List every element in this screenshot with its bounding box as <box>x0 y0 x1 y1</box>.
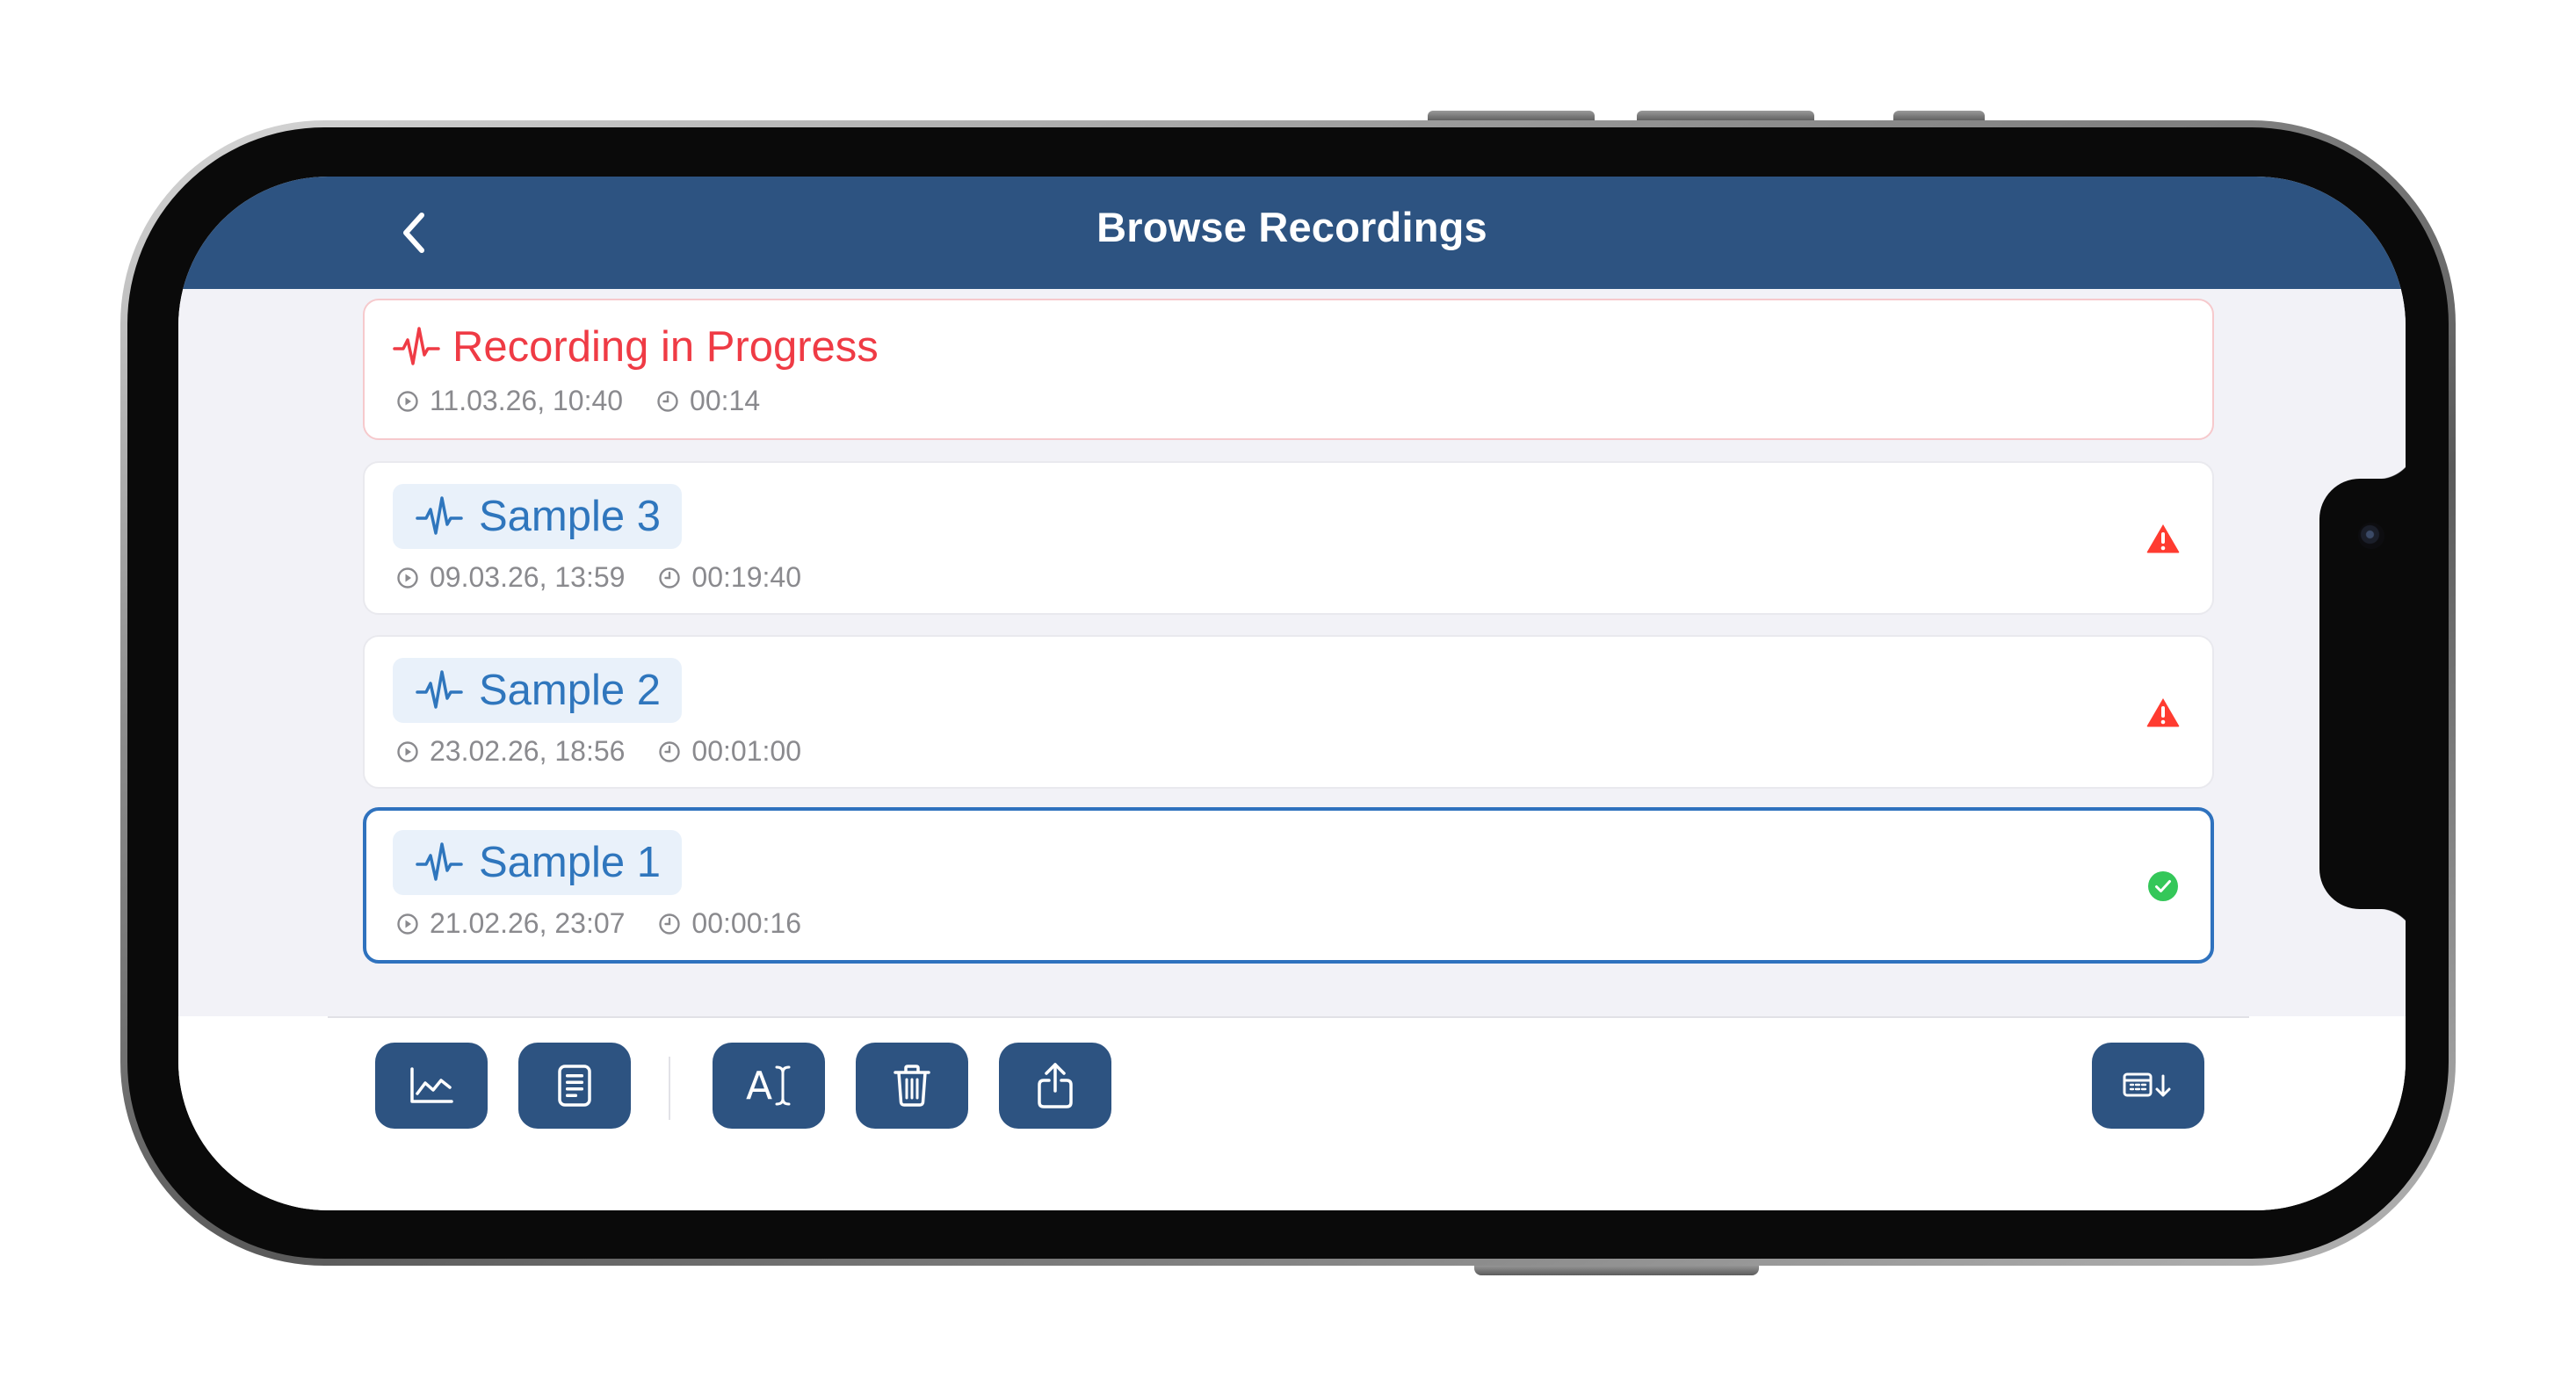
status-badge <box>2145 869 2181 904</box>
recording-date-text: 23.02.26, 18:56 <box>430 735 626 767</box>
recording-date-text: 09.03.26, 13:59 <box>430 561 626 593</box>
recording-duration-text: 00:19:40 <box>691 561 801 593</box>
rename-icon: A <box>746 1064 792 1108</box>
delete-button[interactable] <box>856 1043 968 1129</box>
play-circle-icon <box>397 390 418 412</box>
recording-date-text: 21.02.26, 23:07 <box>430 907 626 939</box>
bottom-toolbar: A <box>178 1016 2406 1210</box>
check-circle-icon <box>2148 871 2178 901</box>
recording-duration-text: 00:14 <box>690 385 761 416</box>
report-button[interactable] <box>518 1043 631 1129</box>
share-button[interactable] <box>999 1043 1111 1129</box>
export-button[interactable] <box>2092 1043 2204 1129</box>
recording-title-row: Sample 2 <box>393 658 683 723</box>
recording-row[interactable]: Sample 3 09.03.26, 13:59 00:19:40 <box>363 461 2214 615</box>
warning-icon <box>2146 524 2180 553</box>
waveform-icon <box>416 496 463 535</box>
recording-row-selected[interactable]: Sample 1 21.02.26, 23:07 00:00:16 <box>363 807 2214 964</box>
recording-date-text: 11.03.26, 10:40 <box>430 385 624 416</box>
recording-duration: 00:19:40 <box>658 561 801 594</box>
recording-duration: 00:14 <box>656 385 760 417</box>
recording-duration-text: 00:01:00 <box>691 735 801 767</box>
warning-icon <box>2146 698 2180 727</box>
recording-duration-text: 00:00:16 <box>691 907 801 939</box>
recording-title-chip: Sample 3 <box>393 484 683 549</box>
front-camera <box>2358 523 2384 549</box>
waveform-icon <box>416 842 463 881</box>
recording-title: Sample 3 <box>479 493 662 540</box>
page-title: Browse Recordings <box>1096 204 1487 250</box>
recording-date: 23.02.26, 18:56 <box>396 735 625 768</box>
toolbar-divider <box>328 1016 2249 1018</box>
rename-icon-letter: A <box>745 1063 773 1108</box>
toolbar-separator <box>669 1057 670 1120</box>
app-screen: Browse Recordings Recording in Progress … <box>178 177 2406 1210</box>
recording-meta: 11.03.26, 10:40 00:14 <box>396 385 760 417</box>
recording-title: Recording in Progress <box>452 323 879 371</box>
play-circle-icon <box>397 567 418 588</box>
device-stage: Browse Recordings Recording in Progress … <box>0 0 2576 1379</box>
recording-in-progress-row[interactable]: Recording in Progress 11.03.26, 10:40 00… <box>363 299 2214 440</box>
status-badge <box>2145 521 2181 556</box>
clock-icon <box>659 567 681 588</box>
hardware-button-power <box>1474 1265 1759 1275</box>
play-circle-icon <box>397 913 418 935</box>
recording-meta: 21.02.26, 23:07 00:00:16 <box>396 907 801 940</box>
recording-title-row: Sample 1 <box>393 830 683 895</box>
recordings-list[interactable]: Recording in Progress 11.03.26, 10:40 00… <box>178 289 2406 1016</box>
recording-duration: 00:01:00 <box>658 735 801 768</box>
recording-date: 09.03.26, 13:59 <box>396 561 625 594</box>
waveform-icon <box>393 327 440 365</box>
recording-title: Sample 1 <box>479 839 662 886</box>
chart-icon <box>410 1067 453 1103</box>
recording-meta: 09.03.26, 13:59 00:19:40 <box>396 561 801 594</box>
recording-row[interactable]: Sample 2 23.02.26, 18:56 00:01:00 <box>363 635 2214 789</box>
rename-button[interactable]: A <box>713 1043 825 1129</box>
document-icon <box>558 1065 591 1107</box>
clock-icon <box>659 913 681 935</box>
recording-duration: 00:00:16 <box>658 907 801 940</box>
recording-title-row: Recording in Progress <box>393 314 879 379</box>
recording-meta: 23.02.26, 18:56 00:01:00 <box>396 735 801 768</box>
text-cursor-icon <box>775 1065 791 1106</box>
clock-icon <box>659 740 681 762</box>
clock-icon <box>657 390 678 412</box>
waveform-icon <box>416 670 463 709</box>
recording-date: 11.03.26, 10:40 <box>396 385 623 417</box>
recording-date: 21.02.26, 23:07 <box>396 907 625 940</box>
play-circle-icon <box>397 740 418 762</box>
recording-title-row: Sample 3 <box>393 484 683 549</box>
recording-title-chip: Sample 1 <box>393 830 683 895</box>
chart-button[interactable] <box>375 1043 488 1129</box>
navigation-bar: Browse Recordings <box>178 177 2406 289</box>
share-icon <box>1038 1063 1073 1108</box>
recording-title-chip: Sample 2 <box>393 658 683 723</box>
status-badge <box>2145 695 2181 730</box>
recording-title: Sample 2 <box>479 667 662 714</box>
trash-icon <box>894 1065 930 1107</box>
export-table-icon <box>2123 1072 2171 1097</box>
